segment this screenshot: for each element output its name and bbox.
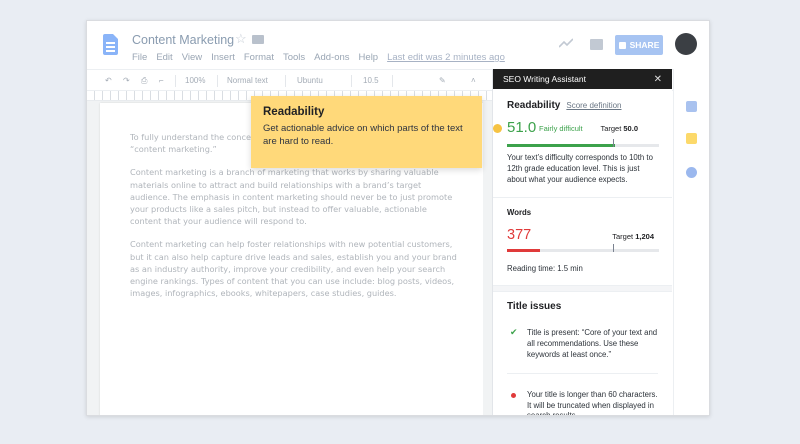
docs-logo-icon[interactable] [103, 34, 118, 55]
menu-insert[interactable]: Insert [211, 52, 235, 63]
title-issues-section: Title issues ✔ Title is present: “Core o… [493, 301, 672, 415]
panel-title: SEO Writing Assistant [503, 74, 586, 84]
readability-score: 51.0 Fairly difficult Target 50.0 [493, 119, 659, 149]
paint-format-icon[interactable]: ⌐ [159, 76, 164, 85]
words-bar [507, 244, 659, 253]
word-count: 377 [507, 227, 532, 244]
title-issue-item[interactable]: ✔ Title is present: “Core of your text a… [507, 312, 658, 374]
docs-window: Content Marketing ☆ File Edit View Inser… [86, 20, 710, 416]
font-size-select[interactable]: 10.5 [363, 76, 379, 85]
menu-addons[interactable]: Add-ons [314, 52, 349, 63]
lock-icon [618, 41, 626, 49]
menu-help[interactable]: Help [359, 52, 379, 63]
score-definition-link[interactable]: Score definition [566, 101, 621, 110]
readability-target-marker [613, 139, 615, 147]
readability-target: Target 50.0 [600, 124, 638, 133]
words-target: Target 1,204 [612, 232, 654, 242]
folder-icon[interactable] [252, 35, 264, 44]
menu-view[interactable]: View [182, 52, 202, 63]
redo-icon[interactable]: ↷ [123, 76, 130, 85]
tooltip-body: Get actionable advice on which parts of … [263, 123, 463, 147]
seo-writing-assistant-panel: SEO Writing Assistant ✕ Readability Scor… [492, 69, 672, 415]
print-icon[interactable]: ⎙ [141, 76, 147, 86]
title-issues-heading: Title issues [507, 301, 562, 313]
undo-icon[interactable]: ↶ [105, 76, 112, 85]
document-scrollbar[interactable] [483, 101, 492, 415]
zoom-select[interactable]: 100% [185, 76, 205, 85]
readability-label: Fairly difficult [539, 124, 583, 133]
comments-icon[interactable] [590, 39, 603, 50]
words-target-marker [613, 244, 615, 253]
panel-header: SEO Writing Assistant ✕ [493, 69, 672, 89]
paragraph-3[interactable]: Content marketing can help foster relati… [130, 238, 460, 299]
share-label: SHARE [629, 40, 660, 50]
document-title[interactable]: Content Marketing [132, 33, 234, 47]
words-section: Words 377 Target 1,204 Reading time: 1.5… [493, 198, 672, 287]
last-edit-link[interactable]: Last edit was 2 minutes ago [387, 52, 505, 63]
avatar[interactable] [675, 33, 697, 55]
paragraph-2[interactable]: Content marketing is a branch of marketi… [130, 166, 460, 227]
side-panel [673, 69, 709, 415]
readability-tooltip: Readability Get actionable advice on whi… [251, 96, 482, 168]
readability-value: 51.0 [507, 119, 537, 136]
edit-mode-icon[interactable]: ✎ [439, 76, 446, 85]
style-select[interactable]: Normal text [227, 76, 268, 85]
menu-tools[interactable]: Tools [283, 52, 305, 63]
star-icon[interactable]: ☆ [235, 31, 247, 47]
status-dot-icon [493, 124, 502, 133]
share-button[interactable]: SHARE [615, 35, 663, 55]
title-issue-item[interactable]: Your title is longer than 60 characters.… [507, 374, 658, 415]
check-icon: ✔ [510, 327, 518, 338]
trend-icon[interactable] [559, 38, 573, 48]
reading-time: Reading time: 1.5 min [507, 264, 583, 274]
words-heading: Words [507, 208, 532, 218]
tooltip-title: Readability [263, 106, 325, 118]
readability-bar [507, 139, 659, 147]
readability-description: Your text’s difficulty corresponds to 10… [507, 153, 653, 184]
readability-bar-fill [507, 144, 615, 147]
collapse-icon[interactable]: ˄ [471, 76, 476, 85]
font-select[interactable]: Ubuntu [297, 76, 323, 85]
readability-section: Readability Score definition 51.0 Fairly… [493, 100, 672, 199]
readability-heading: Readability [507, 100, 561, 111]
menu-bar: File Edit View Insert Format Tools Add-o… [132, 52, 505, 63]
calendar-icon[interactable] [686, 101, 697, 112]
menu-file[interactable]: File [132, 52, 147, 63]
keep-icon[interactable] [686, 133, 697, 144]
words-bar-fill [507, 249, 541, 253]
close-icon[interactable]: ✕ [654, 74, 662, 85]
tasks-icon[interactable] [686, 167, 697, 178]
docs-header: Content Marketing ☆ File Edit View Inser… [87, 21, 709, 69]
menu-format[interactable]: Format [244, 52, 274, 63]
warning-dot-icon [511, 392, 516, 398]
menu-edit[interactable]: Edit [156, 52, 172, 63]
